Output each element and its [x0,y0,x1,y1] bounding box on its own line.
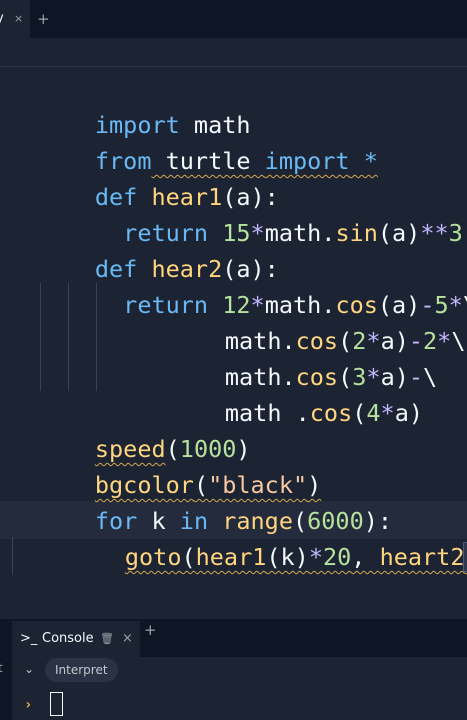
attribute-token: sin [335,219,378,247]
file-tab-label: y [0,0,4,38]
number-token: 3 [448,219,463,247]
file-tab[interactable]: y × [0,0,30,38]
tab-console[interactable]: >_ Console 🗑 × [12,621,140,657]
console-tab-label: Console [42,631,94,646]
side-panel-strip: t [0,621,12,720]
code-token: (k) [266,543,309,571]
code-line-12[interactable]: for k in range(6000): [10,467,392,535]
code-line-13[interactable]: goto(hear1(k)*20, heart2()) [40,503,467,572]
operator-token: * [437,327,452,355]
interpreter-pill[interactable]: Interpret [45,658,118,682]
code-token: ( [352,399,367,427]
console-input-cursor[interactable] [50,692,63,716]
close-icon[interactable]: × [14,0,23,38]
code-token: a) [394,399,423,427]
code-line-1[interactable]: import math [10,71,251,139]
code-line-8[interactable]: math.cos(3*a)-\ [140,323,437,391]
terminal-icon: >_ [20,631,38,646]
operator-token: ** [420,219,449,247]
side-panel-label: t [0,661,3,675]
ide-window: y × + import math from turtle import * d… [0,0,467,720]
number-token: 4 [366,399,381,427]
operator-token: * [308,543,323,571]
code-line-10[interactable]: speed(1000) [10,395,251,463]
number-token: 20 [323,543,352,571]
function-call-token: hear1 [195,543,267,571]
code-line-7[interactable]: math.cos(2*a)-2*\ [140,287,466,355]
code-line-3[interactable]: def hear1(a): [10,143,279,211]
function-call-token: heart2 [379,543,465,571]
add-console-tab-icon[interactable]: + [144,621,157,657]
operator-token: * [380,399,395,427]
code-line-5[interactable]: def hear2(a): [10,215,279,283]
add-tab-icon[interactable]: + [37,0,51,38]
chevron-down-icon[interactable]: ⌄ [24,662,34,676]
code-token: * [349,147,378,175]
code-line-4[interactable]: return 15*math.sin(a)**3 [10,179,463,247]
close-icon[interactable]: × [122,621,133,657]
code-line-11[interactable]: bgcolor("black") [10,431,321,499]
code-token: ( [181,543,196,571]
code-line-2[interactable]: from turtle import * [10,107,378,175]
code-editor[interactable]: import math from turtle import * def hea… [0,67,467,619]
code-token: , [351,543,380,571]
code-token: (a) [377,219,421,247]
editor-toolbar [0,38,467,67]
code-line-9[interactable]: math .cos(4*a) [140,359,423,427]
code-token: \ [423,363,438,391]
prompt-icon: › [24,697,33,713]
code-token: \ [451,327,466,355]
attribute-token: cos [309,399,353,427]
trash-icon[interactable]: 🗑 [100,621,114,657]
code-line-6[interactable]: return 12*math.cos(a)-5*\ [10,251,467,319]
editor-tab-bar: y × + [0,0,467,39]
function-call-token: goto [124,543,182,571]
